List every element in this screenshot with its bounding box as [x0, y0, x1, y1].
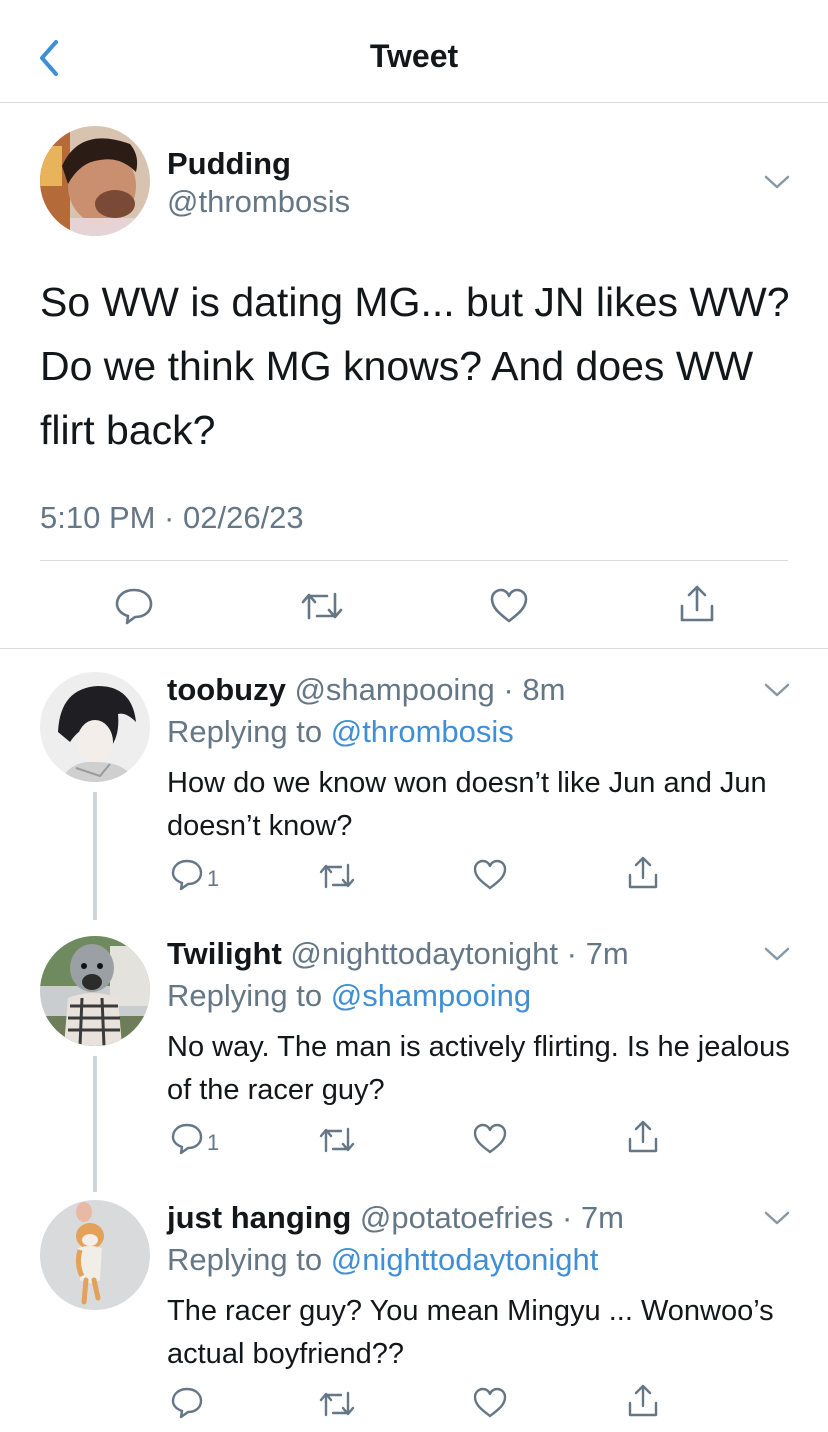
replying-label: Replying to — [167, 1242, 323, 1277]
share-icon — [628, 1120, 658, 1153]
more-options-button[interactable] — [762, 680, 792, 700]
reply-button[interactable] — [113, 586, 155, 626]
reply-count: 1 — [207, 1130, 220, 1155]
speech-bubble-icon — [115, 588, 153, 625]
chevron-down-icon — [764, 1211, 790, 1225]
share-icon — [680, 585, 714, 622]
more-options-button[interactable] — [762, 1208, 792, 1228]
share-button[interactable] — [625, 1382, 661, 1420]
author-handle-time[interactable]: @nighttodaytonight · 7m — [290, 936, 628, 971]
heart-icon — [473, 859, 507, 890]
avatar[interactable] — [40, 936, 150, 1046]
heart-icon — [473, 1387, 507, 1418]
share-button[interactable] — [625, 1118, 661, 1156]
chevron-down-icon — [764, 683, 790, 697]
reply-header: toobuzy @shampooing · 8m — [167, 672, 565, 708]
reply-text: How do we know won doesn’t like Jun and … — [167, 767, 767, 842]
like-button[interactable] — [472, 858, 508, 892]
share-icon — [628, 856, 658, 889]
speech-bubble-icon — [171, 1387, 203, 1419]
reply-header: just hanging @potatoefries · 7m — [167, 1200, 624, 1236]
replying-to: Replying to @thrombosis — [167, 714, 514, 750]
author-name[interactable]: Twilight — [167, 936, 282, 971]
thread-line — [93, 1056, 97, 1192]
author-handle-time[interactable]: @potatoefries · 7m — [360, 1200, 624, 1235]
replying-to-link[interactable]: @thrombosis — [331, 714, 514, 749]
share-icon — [628, 1384, 658, 1417]
retweet-icon — [319, 863, 355, 889]
main-tweet: Pudding @thrombosis So WW is dating MG..… — [0, 104, 828, 649]
retweet-icon — [319, 1127, 355, 1153]
retweet-button[interactable] — [299, 588, 345, 624]
like-button[interactable] — [472, 1122, 508, 1156]
retweet-icon — [301, 592, 343, 620]
replying-to-link[interactable]: @shampooing — [331, 978, 531, 1013]
share-button[interactable] — [625, 854, 661, 892]
divider — [40, 560, 788, 561]
reply-tweet: Twilight @nighttodaytonight · 7m Replyin… — [0, 914, 828, 1192]
speech-bubble-icon — [171, 859, 203, 891]
avatar[interactable] — [40, 672, 150, 782]
reply-button[interactable] — [170, 1386, 204, 1420]
share-button[interactable] — [676, 582, 718, 626]
author-name[interactable]: toobuzy — [167, 672, 286, 707]
heart-icon — [473, 1123, 507, 1154]
page-title: Tweet — [369, 38, 459, 74]
author-name[interactable]: Pudding — [167, 146, 291, 182]
replying-to: Replying to @nighttodaytonight — [167, 1242, 598, 1278]
replying-label: Replying to — [167, 978, 323, 1013]
reply-tweet: toobuzy @shampooing · 8m Replying to @th… — [0, 650, 828, 920]
avatar[interactable] — [40, 126, 150, 236]
reply-header: Twilight @nighttodaytonight · 7m — [167, 936, 629, 972]
chevron-down-icon — [764, 175, 790, 189]
heart-icon — [490, 588, 528, 623]
more-options-button[interactable] — [762, 944, 792, 964]
retweet-icon — [319, 1391, 355, 1417]
tweet-text: So WW is dating MG... but JN likes WW? D… — [40, 279, 790, 453]
reply-text: The racer guy? You mean Mingyu ... Wonwo… — [167, 1295, 774, 1370]
author-name[interactable]: just hanging — [167, 1200, 351, 1235]
author-handle[interactable]: @thrombosis — [167, 184, 350, 220]
more-options-button[interactable] — [762, 172, 792, 192]
author-handle-time[interactable]: @shampooing · 8m — [294, 672, 565, 707]
reply-button[interactable] — [170, 858, 204, 892]
retweet-button[interactable] — [317, 1388, 357, 1420]
replying-label: Replying to — [167, 714, 323, 749]
reply-count: 1 — [207, 866, 220, 891]
avatar[interactable] — [40, 1200, 150, 1310]
reply-button[interactable] — [170, 1122, 204, 1156]
navigation-bar: Tweet — [0, 0, 828, 103]
chevron-down-icon — [764, 947, 790, 961]
speech-bubble-icon — [171, 1123, 203, 1155]
retweet-button[interactable] — [317, 1124, 357, 1156]
like-button[interactable] — [488, 586, 530, 626]
retweet-button[interactable] — [317, 860, 357, 892]
tweet-timestamp: 5:10 PM · 02/26/23 — [40, 500, 304, 535]
like-button[interactable] — [472, 1386, 508, 1420]
thread-line — [93, 792, 97, 920]
replying-to: Replying to @shampooing — [167, 978, 531, 1014]
replying-to-link[interactable]: @nighttodaytonight — [331, 1242, 599, 1277]
reply-tweet: just hanging @potatoefries · 7m Replying… — [0, 1178, 828, 1432]
reply-text: No way. The man is actively flirting. Is… — [167, 1031, 790, 1106]
